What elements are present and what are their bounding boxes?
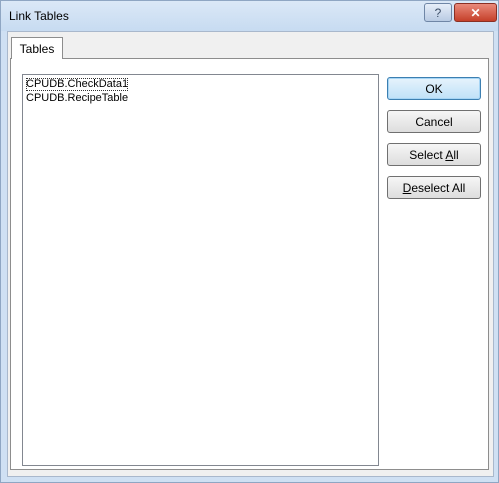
- help-button[interactable]: ?: [424, 3, 452, 22]
- select-all-button[interactable]: Select All: [387, 143, 481, 166]
- close-button[interactable]: ✕: [454, 3, 497, 22]
- tab-tables[interactable]: Tables: [11, 37, 63, 59]
- list-item-label: CPUDB.RecipeTable: [26, 92, 129, 104]
- ok-button[interactable]: OK: [387, 77, 481, 100]
- link-tables-dialog: Link Tables ? ✕ Tables CPUDB.CheckData1 …: [0, 0, 499, 483]
- window-title: Link Tables: [9, 9, 69, 23]
- ok-button-label: OK: [425, 81, 443, 96]
- cancel-button[interactable]: Cancel: [387, 110, 481, 133]
- close-icon: ✕: [470, 5, 481, 20]
- question-mark-icon: ?: [434, 5, 442, 20]
- list-item[interactable]: CPUDB.CheckData1: [26, 78, 129, 91]
- tab-tables-label: Tables: [19, 41, 55, 56]
- deselect-all-label: Deselect All: [402, 180, 466, 195]
- title-bar[interactable]: Link Tables ? ✕: [1, 1, 498, 31]
- tables-tab-panel: CPUDB.CheckData1 CPUDB.RecipeTable OK Ca…: [10, 58, 489, 470]
- deselect-all-button[interactable]: Deselect All: [387, 176, 481, 199]
- list-item-label: CPUDB.CheckData1: [26, 78, 129, 90]
- dialog-client-area: Tables CPUDB.CheckData1 CPUDB.RecipeTabl…: [7, 31, 494, 477]
- table-list[interactable]: CPUDB.CheckData1 CPUDB.RecipeTable: [22, 74, 379, 466]
- list-item[interactable]: CPUDB.RecipeTable: [26, 92, 128, 105]
- select-all-label: Select All: [409, 147, 459, 162]
- cancel-button-label: Cancel: [415, 114, 453, 129]
